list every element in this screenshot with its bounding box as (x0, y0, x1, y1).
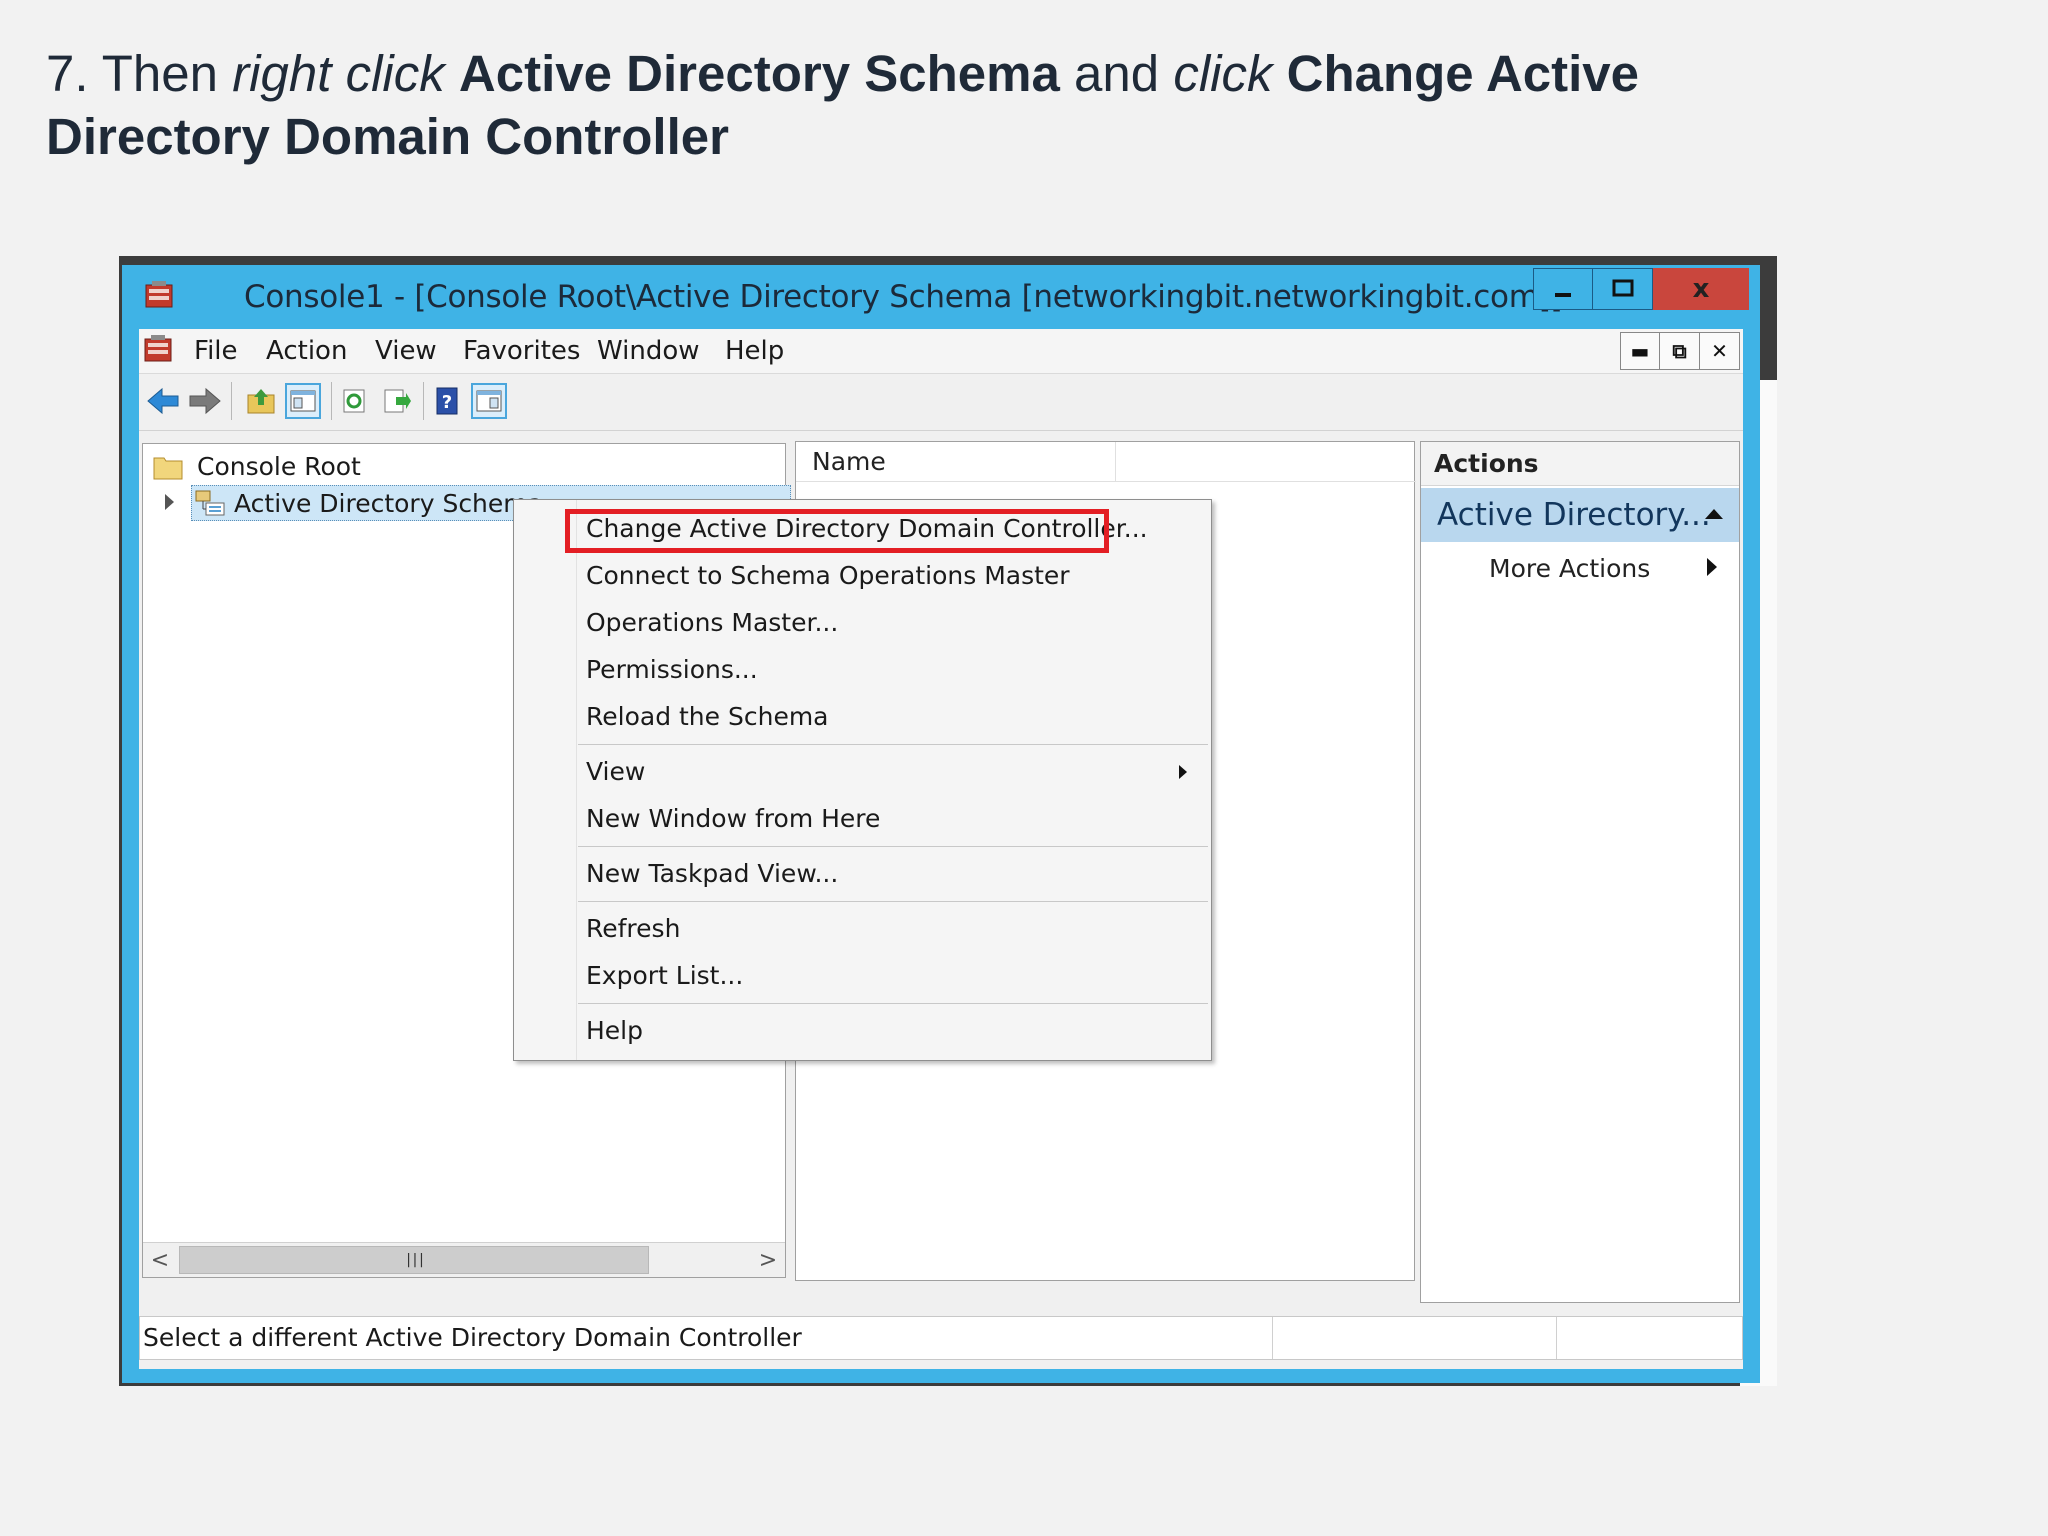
status-divider (1556, 1317, 1557, 1359)
schema-icon (195, 490, 225, 516)
scroll-left-icon[interactable]: < (143, 1243, 177, 1277)
toolbar-separator (331, 382, 332, 420)
export-list-button[interactable] (379, 383, 415, 419)
export-list-icon (384, 389, 411, 413)
toolbar-separator (231, 382, 232, 420)
menu-gutter (576, 500, 577, 1060)
action-click: click (1173, 45, 1273, 102)
action-pane-icon (476, 390, 502, 412)
menu-bar: File Action View Favorites Window Help ▬… (139, 329, 1743, 374)
menu-item-connect-schema-master[interactable]: Connect to Schema Operations Master (586, 561, 1070, 590)
restore-icon: ⧉ (1672, 339, 1687, 363)
close-button[interactable]: x (1653, 268, 1749, 310)
toolbar-separator (423, 382, 424, 420)
minimize-icon (1555, 293, 1571, 297)
instruction-heading: 7. Then right click Active Directory Sch… (46, 42, 1746, 168)
forward-arrow-icon (189, 387, 221, 415)
mdi-close-button[interactable]: ✕ (1700, 332, 1740, 370)
highlight-box (565, 509, 1109, 553)
menu-item-export-list[interactable]: Export List... (586, 961, 743, 990)
menu-item-new-taskpad[interactable]: New Taskpad View... (586, 859, 838, 888)
back-button[interactable] (145, 383, 181, 419)
tree-root-label: Console Root (197, 452, 361, 481)
menu-file[interactable]: File (194, 336, 238, 366)
menu-item-new-window[interactable]: New Window from Here (586, 804, 880, 833)
submenu-arrow-icon[interactable] (1707, 558, 1717, 576)
show-hide-tree-button[interactable] (285, 383, 321, 419)
step-text: 7. Then (46, 45, 233, 102)
tree-child-label: Active Directory Schema (234, 488, 543, 518)
maximize-button[interactable] (1593, 268, 1653, 310)
column-header-name[interactable]: Name (796, 442, 1116, 482)
actions-header: Actions (1421, 442, 1739, 486)
collapse-caret-icon[interactable] (1705, 509, 1723, 519)
actions-pane: Actions Active Directory... More Actions (1420, 441, 1740, 1303)
context-menu: Change Active Directory Domain Controlle… (513, 499, 1212, 1061)
menu-item-view[interactable]: View (586, 757, 645, 786)
status-divider (1272, 1317, 1273, 1359)
folder-icon (153, 457, 183, 479)
help-button[interactable]: ? (429, 383, 465, 419)
svg-text:?: ? (442, 392, 452, 413)
menu-item-permissions[interactable]: Permissions... (586, 655, 758, 684)
menu-window[interactable]: Window (597, 336, 700, 366)
expand-arrow-icon[interactable] (165, 494, 174, 510)
menu-separator (578, 1003, 1208, 1004)
back-arrow-icon (147, 387, 179, 415)
folder-up-icon (247, 389, 275, 414)
status-bar: Select a different Active Directory Doma… (139, 1316, 1743, 1360)
mdi-restore-button[interactable]: ⧉ (1660, 332, 1700, 370)
menu-help[interactable]: Help (725, 336, 784, 366)
document-icon[interactable] (143, 333, 175, 370)
menu-view[interactable]: View (375, 336, 437, 366)
status-text: Select a different Active Directory Doma… (143, 1323, 802, 1352)
actions-group-active-directory[interactable]: Active Directory... (1421, 488, 1739, 542)
menu-item-reload-schema[interactable]: Reload the Schema (586, 702, 829, 731)
more-actions-item[interactable]: More Actions (1489, 554, 1650, 583)
menu-item-help[interactable]: Help (586, 1016, 643, 1045)
menu-item-refresh[interactable]: Refresh (586, 914, 680, 943)
menu-separator (578, 846, 1208, 847)
menu-favorites[interactable]: Favorites (463, 336, 580, 366)
scroll-right-icon[interactable]: > (751, 1243, 785, 1277)
mdi-minimize-button[interactable]: ▬ (1620, 332, 1660, 370)
menu-item-operations-master[interactable]: Operations Master... (586, 608, 838, 637)
forward-button[interactable] (187, 383, 223, 419)
close-icon: x (1692, 274, 1710, 304)
refresh-button[interactable] (337, 383, 373, 419)
tree-item-console-root[interactable]: Console Root (153, 452, 361, 481)
show-hide-action-pane-button[interactable] (471, 383, 507, 419)
submenu-arrow-icon (1179, 765, 1187, 779)
connector-text: and (1059, 45, 1174, 102)
refresh-icon (343, 389, 365, 413)
mdi-controls: ▬ ⧉ ✕ (1620, 332, 1740, 370)
menu-separator (578, 744, 1208, 745)
close-icon: ✕ (1711, 339, 1728, 363)
window-title: Console1 - [Console Root\Active Director… (244, 279, 1563, 315)
menu-action[interactable]: Action (266, 336, 347, 366)
scrollbar-thumb[interactable]: ||| (179, 1246, 649, 1274)
mmc-app-icon[interactable] (144, 279, 176, 311)
action-right-click: right click (232, 45, 445, 102)
minimize-button[interactable] (1533, 268, 1593, 310)
column-header-empty (1116, 442, 1416, 482)
actions-group-label: Active Directory... (1437, 497, 1711, 533)
console-tree-icon (290, 390, 316, 412)
target-schema: Active Directory Schema (458, 45, 1060, 102)
up-one-level-button[interactable] (243, 383, 279, 419)
menu-separator (578, 901, 1208, 902)
horizontal-scrollbar[interactable]: < ||| > (143, 1242, 785, 1277)
help-book-icon: ? (436, 387, 458, 415)
minimize-icon: ▬ (1630, 339, 1650, 363)
maximize-icon (1612, 279, 1633, 297)
toolbar: ? (139, 374, 1743, 431)
